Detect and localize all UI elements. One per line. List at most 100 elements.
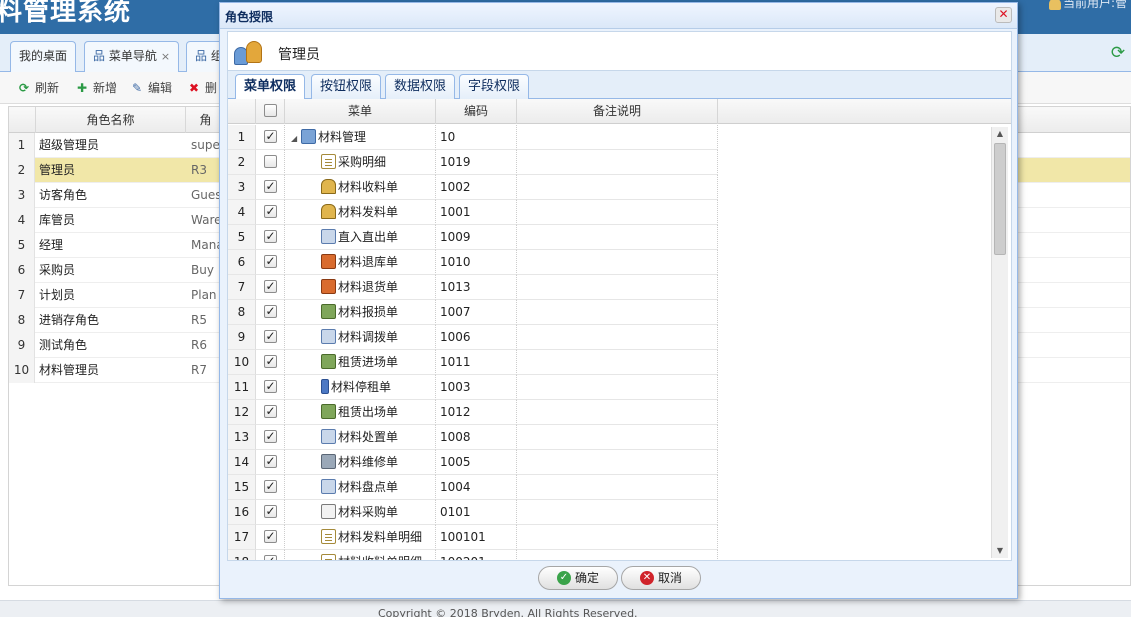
- remark-cell[interactable]: [517, 425, 718, 450]
- table-row[interactable]: 13 材料处置单 1008: [228, 425, 718, 450]
- row-checkbox[interactable]: [263, 128, 277, 144]
- user-icon: [1048, 0, 1061, 10]
- row-checkbox[interactable]: [263, 528, 277, 544]
- table-row[interactable]: 10 租赁进场单 1011: [228, 350, 718, 375]
- row-checkbox[interactable]: [263, 428, 277, 444]
- scroll-down-icon[interactable]: ▼: [992, 544, 1008, 558]
- row-number: 7: [9, 283, 35, 308]
- tab-field-permission[interactable]: 字段权限: [459, 74, 530, 100]
- close-icon[interactable]: ×: [161, 50, 170, 63]
- vertical-scrollbar[interactable]: ▲ ▼: [991, 127, 1008, 558]
- table-row[interactable]: 16 材料采购单 0101: [228, 500, 718, 525]
- row-checkbox[interactable]: [263, 403, 277, 419]
- row-checkbox[interactable]: [263, 328, 277, 344]
- remark-cell[interactable]: [517, 500, 718, 525]
- box-icon: [321, 353, 336, 369]
- refresh-tabs-icon[interactable]: ⟳: [1109, 44, 1127, 62]
- tab-button-permission[interactable]: 按钮权限: [311, 74, 382, 100]
- role-name-header[interactable]: 角色名称: [36, 107, 186, 133]
- menu-code-cell: 1010: [436, 250, 517, 275]
- current-user-label: 当前用户:管: [1062, 0, 1127, 10]
- remark-cell[interactable]: [517, 200, 718, 225]
- table-row[interactable]: 8 材料报损单 1007: [228, 300, 718, 325]
- role-name-cell: 经理: [39, 238, 64, 252]
- table-row[interactable]: 15 材料盘点单 1004: [228, 475, 718, 500]
- table-row[interactable]: 14 材料维修单 1005: [228, 450, 718, 475]
- table-row[interactable]: 3 材料收料单 1002: [228, 175, 718, 200]
- menu-name-cell: 材料收料单: [285, 175, 436, 200]
- select-all-checkbox[interactable]: [263, 104, 277, 117]
- row-checkbox[interactable]: [263, 303, 277, 319]
- confirm-button[interactable]: ✓ 确定: [538, 566, 618, 590]
- row-checkbox[interactable]: [263, 378, 277, 394]
- remark-cell[interactable]: [517, 325, 718, 350]
- row-check-cell: [256, 200, 285, 225]
- add-button[interactable]: ✚ 新增: [74, 78, 117, 98]
- refresh-button[interactable]: ⟳ 刷新: [16, 78, 59, 98]
- remark-cell[interactable]: [517, 375, 718, 400]
- scrollbar-thumb[interactable]: [994, 143, 1006, 255]
- remark-cell[interactable]: [517, 475, 718, 500]
- row-check-cell: [256, 275, 285, 300]
- dialog-header[interactable]: 角色授限 ✕: [220, 3, 1017, 29]
- row-check-cell: [256, 500, 285, 525]
- edit-button[interactable]: ✎ 编辑: [129, 78, 172, 98]
- menu-code-cell: 100101: [436, 525, 517, 550]
- row-number: 10: [228, 350, 256, 375]
- menu-code-cell: 1013: [436, 275, 517, 300]
- row-checkbox[interactable]: [263, 453, 277, 469]
- table-row[interactable]: 6 材料退库单 1010: [228, 250, 718, 275]
- remark-cell[interactable]: [517, 450, 718, 475]
- row-checkbox[interactable]: [263, 228, 277, 244]
- close-icon[interactable]: ✕: [995, 7, 1012, 23]
- remark-cell[interactable]: [517, 400, 718, 425]
- role-code-cell: Plan: [191, 288, 217, 302]
- remark-cell[interactable]: [517, 525, 718, 550]
- remark-cell[interactable]: [517, 250, 718, 275]
- row-checkbox[interactable]: [263, 278, 277, 294]
- table-row[interactable]: 17 材料发料单明细 100101: [228, 525, 718, 550]
- table-row[interactable]: 5 直入直出单 1009: [228, 225, 718, 250]
- tab-menu-permission[interactable]: 菜单权限: [235, 74, 306, 101]
- current-user[interactable]: 当前用户:管: [1048, 0, 1127, 11]
- row-checkbox[interactable]: [263, 178, 277, 194]
- table-row[interactable]: 1 ◢ 材料管理 10: [228, 125, 718, 150]
- tab-data-permission[interactable]: 数据权限: [385, 74, 456, 100]
- scroll-up-icon[interactable]: ▲: [992, 127, 1008, 141]
- menu-name-cell: 材料维修单: [285, 450, 436, 475]
- menu-column-header[interactable]: 菜单: [285, 99, 436, 124]
- row-check-cell: [256, 425, 285, 450]
- table-row[interactable]: 12 租赁出场单 1012: [228, 400, 718, 425]
- row-checkbox[interactable]: [263, 353, 277, 369]
- row-check-cell: [256, 150, 285, 175]
- table-row[interactable]: 4 材料发料单 1001: [228, 200, 718, 225]
- row-checkbox[interactable]: [263, 155, 277, 168]
- table-row[interactable]: 18 材料收料单明细 100201: [228, 550, 718, 560]
- remark-cell[interactable]: [517, 350, 718, 375]
- remark-cell[interactable]: [517, 275, 718, 300]
- remark-cell[interactable]: [517, 225, 718, 250]
- remark-cell[interactable]: [517, 175, 718, 200]
- delete-button[interactable]: ✖ 删: [186, 78, 217, 98]
- table-row[interactable]: 2 采购明细 1019: [228, 150, 718, 175]
- table-row[interactable]: 11 材料停租单 1003: [228, 375, 718, 400]
- row-checkbox[interactable]: [263, 478, 277, 494]
- remark-cell[interactable]: [517, 300, 718, 325]
- menu-code-cell: 1012: [436, 400, 517, 425]
- row-checkbox[interactable]: [263, 503, 277, 519]
- row-checkbox[interactable]: [263, 253, 277, 269]
- table-row[interactable]: 7 材料退货单 1013: [228, 275, 718, 300]
- remark-cell[interactable]: [517, 550, 718, 560]
- remark-cell[interactable]: [517, 125, 718, 150]
- row-checkbox[interactable]: [263, 203, 277, 219]
- cancel-button[interactable]: ✕ 取消: [621, 566, 701, 590]
- row-checkbox[interactable]: [263, 553, 277, 560]
- menu-code-cell: 1011: [436, 350, 517, 375]
- remark-column-header[interactable]: 备注说明: [517, 99, 718, 124]
- tab-desktop[interactable]: 我的桌面: [10, 41, 77, 72]
- tab-menu-nav[interactable]: 品 菜单导航 ×: [84, 41, 180, 72]
- code-column-header[interactable]: 编码: [436, 99, 517, 124]
- tree-collapse-icon[interactable]: ◢: [291, 126, 301, 149]
- remark-cell[interactable]: [517, 150, 718, 175]
- table-row[interactable]: 9 材料调拨单 1006: [228, 325, 718, 350]
